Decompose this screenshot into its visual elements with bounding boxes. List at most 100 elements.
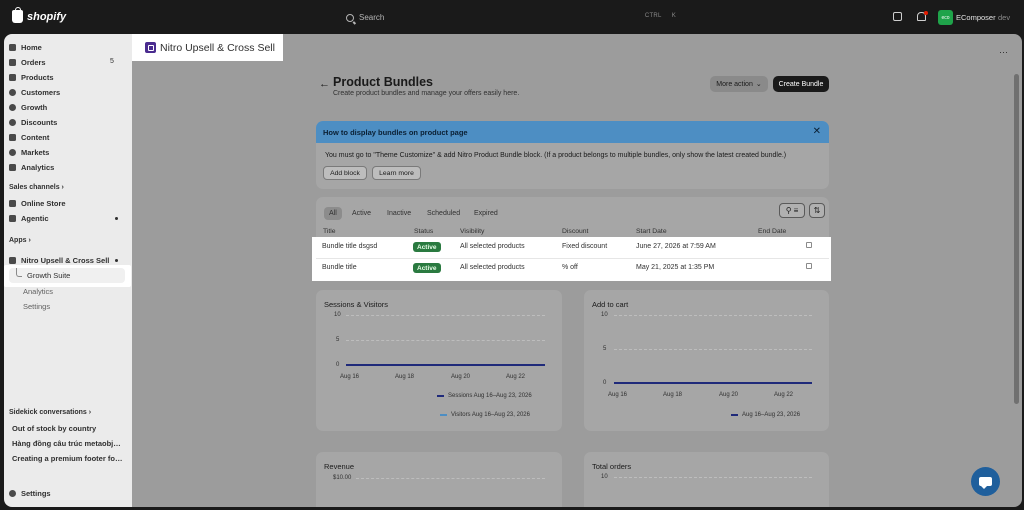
column-header-status[interactable]: Status <box>414 228 433 235</box>
legend-swatch <box>440 414 447 416</box>
add-to-cart-series-line <box>614 382 812 384</box>
x-tick-label: Aug 20 <box>451 374 471 380</box>
sidebar-item-discounts[interactable]: Discounts <box>9 118 57 127</box>
revenue-card <box>316 452 562 507</box>
row-1-title[interactable]: Bundle title dsgsd <box>322 243 377 250</box>
row-1-status-badge: Active <box>413 242 441 252</box>
app-more-menu-icon[interactable]: ⋯ <box>999 47 1009 58</box>
scrollbar[interactable] <box>1014 74 1019 404</box>
chevron-down-icon: ⌄ <box>755 81 762 88</box>
chart-title: Sessions & Visitors <box>324 300 389 309</box>
app-menu-dot[interactable] <box>115 259 118 262</box>
sidebar-item-markets[interactable]: Markets <box>9 148 49 157</box>
tab-all[interactable]: All <box>324 207 342 220</box>
column-header-start-date[interactable]: Start Date <box>636 228 667 235</box>
sidebar-item-label: Products <box>21 73 54 82</box>
sidebar-item-online-store[interactable]: Online Store <box>9 199 66 208</box>
more-action-button[interactable]: More action ⌄ <box>710 76 768 92</box>
search-filter-button[interactable]: ⚲ ≡ <box>779 203 805 218</box>
legend-item-visitors[interactable]: Visitors Aug 16–Aug 23, 2026 <box>440 412 530 418</box>
sort-icon: ⇅ <box>813 206 821 215</box>
store-switcher-icon[interactable] <box>893 12 902 21</box>
close-icon[interactable]: ✕ <box>813 126 821 137</box>
y-tick-label: $10.00 <box>333 475 352 481</box>
legend-swatch <box>731 414 738 416</box>
chat-button[interactable] <box>971 467 1000 496</box>
sidekick-conversation[interactable]: Creating a premium footer for ... <box>12 454 124 463</box>
sidekick-header[interactable]: Sidekick conversations <box>9 409 91 416</box>
legend-label: Sessions Aug 16–Aug 23, 2026 <box>448 393 532 399</box>
banner-title: How to display bundles on product page <box>316 121 829 143</box>
chat-icon <box>979 477 992 489</box>
row-2-title[interactable]: Bundle title <box>322 264 357 271</box>
sidebar-item-agentic[interactable]: Agentic <box>9 214 49 223</box>
row-divider <box>316 258 829 259</box>
store-name[interactable]: EComposer <box>956 13 996 22</box>
column-header-end-date[interactable]: End Date <box>758 228 786 235</box>
legend-item-sessions[interactable]: Sessions Aug 16–Aug 23, 2026 <box>437 393 532 399</box>
add-block-button[interactable]: Add block <box>323 166 367 180</box>
sort-button[interactable]: ⇅ <box>809 203 825 218</box>
learn-more-button[interactable]: Learn more <box>372 166 421 180</box>
sidebar-item-app-analytics[interactable]: Analytics <box>23 287 53 296</box>
sidebar-item-nitro-app[interactable]: Nitro Upsell & Cross Sell <box>9 256 109 265</box>
analytics-icon <box>9 164 16 171</box>
discount-icon <box>9 119 16 126</box>
legend-label: Visitors Aug 16–Aug 23, 2026 <box>451 412 530 418</box>
x-tick-label: Aug 22 <box>774 392 794 398</box>
sidebar-item-growth[interactable]: Growth <box>9 103 47 112</box>
sidebar-item-app-settings[interactable]: Settings <box>23 302 50 311</box>
y-tick-label: 5 <box>603 346 607 352</box>
sidebar-item-home[interactable]: Home <box>9 43 42 52</box>
duplicate-icon[interactable] <box>806 242 812 248</box>
search-bar[interactable]: Search CTRL K <box>338 8 686 27</box>
filter-icon: ≡ <box>793 206 799 215</box>
growth-icon <box>9 104 16 111</box>
column-header-discount[interactable]: Discount <box>562 228 588 235</box>
sidekick-conversation[interactable]: Out of stock by country <box>12 424 124 433</box>
sales-channels-header[interactable]: Sales channels <box>9 184 64 191</box>
orders-count-badge: 5 <box>110 58 114 65</box>
sidebar-item-label: Nitro Upsell & Cross Sell <box>21 256 110 265</box>
info-banner: How to display bundles on product page ✕… <box>316 121 829 189</box>
globe-icon <box>9 149 16 156</box>
sidebar-item-label: Home <box>21 43 42 52</box>
column-header-title[interactable]: Title <box>323 228 336 235</box>
sessions-series-line <box>346 364 545 366</box>
sidebar-item-settings[interactable]: Settings <box>9 489 51 498</box>
tab-inactive[interactable]: Inactive <box>382 207 416 220</box>
sidebar-item-products[interactable]: Products <box>9 73 54 82</box>
store-env-label: dev <box>998 13 1011 22</box>
create-bundle-button[interactable]: Create Bundle <box>773 76 829 92</box>
store-avatar[interactable]: eco <box>938 10 953 25</box>
x-tick-label: Aug 20 <box>719 392 739 398</box>
sidebar-item-customers[interactable]: Customers <box>9 88 60 97</box>
tab-scheduled[interactable]: Scheduled <box>422 207 465 220</box>
page-title: Product Bundles <box>333 75 434 89</box>
sidebar-item-label: Analytics <box>21 163 55 172</box>
apps-header[interactable]: Apps <box>9 237 31 244</box>
legend-item-add-to-cart[interactable]: Aug 16–Aug 23, 2026 <box>731 412 800 418</box>
shopify-logo[interactable]: shopify <box>12 7 66 23</box>
back-arrow-icon[interactable]: ← <box>319 78 330 90</box>
growth-suite-label[interactable]: Growth Suite <box>27 271 70 280</box>
sessions-visitors-card <box>316 290 562 431</box>
tab-active[interactable]: Active <box>347 207 376 220</box>
grid-line <box>614 349 812 350</box>
grid-line <box>346 340 545 341</box>
sidebar-item-content[interactable]: Content <box>9 133 49 142</box>
tab-expired[interactable]: Expired <box>469 207 503 220</box>
sidebar-item-orders[interactable]: Orders <box>9 58 46 67</box>
person-icon <box>9 89 16 96</box>
app-title: Nitro Upsell & Cross Sell <box>160 41 275 54</box>
column-header-visibility[interactable]: Visibility <box>460 228 484 235</box>
notification-dot <box>924 11 928 15</box>
sidekick-conversation[interactable]: Hàng đồng câu trúc metaobjec... <box>12 439 124 448</box>
duplicate-icon[interactable] <box>806 263 812 269</box>
gear-icon <box>9 490 16 497</box>
y-tick-label: 0 <box>603 380 607 386</box>
row-2-visibility: All selected products <box>460 264 525 271</box>
sidebar-item-label: Customers <box>21 88 61 97</box>
agentic-menu-dot[interactable] <box>115 217 118 220</box>
sidebar-item-analytics[interactable]: Analytics <box>9 163 54 172</box>
